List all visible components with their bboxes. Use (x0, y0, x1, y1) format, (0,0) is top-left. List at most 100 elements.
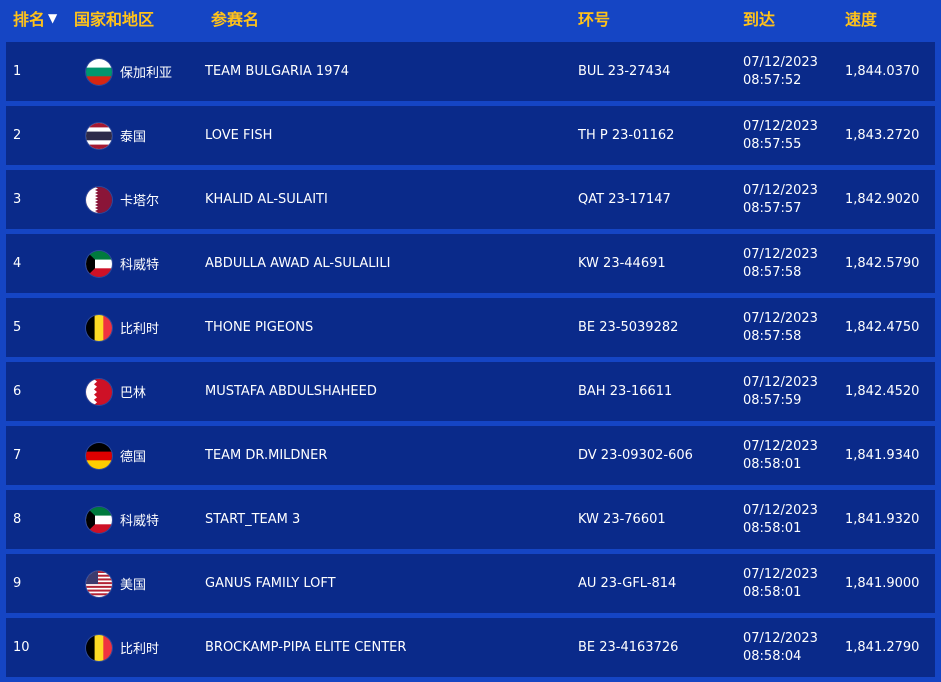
germany-flag-icon (86, 442, 112, 469)
table-row[interactable]: 9 美国 GANUS FAMILY LOFT AU 23-GFL-814 07/… (6, 554, 935, 613)
table-row[interactable]: 3 卡塔尔 KHALID AL-SULAITI QAT 23-17147 07/… (6, 170, 935, 229)
table-row[interactable]: 2 泰国 LOVE FISH TH P 23-01162 07/12/2023 … (6, 106, 935, 165)
ring-number: DV 23-09302-606 (578, 448, 693, 463)
entrant-name: ABDULLA AWAD AL-SULALILI (205, 256, 391, 271)
ring-number: AU 23-GFL-814 (578, 576, 677, 591)
rank-cell: 10 (13, 640, 30, 655)
table-header: 排名 ▼ 国家和地区 参赛名 环号 到达 速度 (0, 0, 941, 36)
table-row[interactable]: 1 保加利亚 TEAM BULGARIA 1974 BUL 23-27434 0… (6, 42, 935, 101)
header-rank-label: 排名 (13, 10, 46, 29)
qatar-flag-icon (86, 186, 112, 213)
ring-number: QAT 23-17147 (578, 192, 671, 207)
arrival-date: 07/12/2023 (743, 54, 818, 70)
arrival-cell: 07/12/2023 08:57:59 (743, 374, 845, 410)
rank-cell: 3 (13, 192, 22, 207)
country-name: 泰国 (120, 130, 147, 145)
rank-cell: 7 (13, 448, 22, 463)
ring-number: TH P 23-01162 (578, 128, 675, 143)
country-cell: 德国 (74, 442, 199, 469)
header-speed: 速度 (845, 10, 878, 29)
rank-cell: 6 (13, 384, 22, 399)
arrival-time: 08:58:01 (743, 520, 802, 536)
ring-number: BUL 23-27434 (578, 64, 671, 79)
belgium-flag-icon (86, 314, 112, 341)
speed-cell: 1,843.2720 (845, 128, 920, 143)
country-cell: 比利时 (74, 314, 199, 341)
entrant-name: MUSTAFA ABDULSHAHEED (205, 384, 377, 399)
country-cell: 科威特 (74, 250, 199, 277)
arrival-date: 07/12/2023 (743, 438, 818, 454)
header-country: 国家和地区 (74, 10, 155, 29)
speed-cell: 1,842.9020 (845, 192, 920, 207)
table-row[interactable]: 7 德国 TEAM DR.MILDNER DV 23-09302-606 07/… (6, 426, 935, 485)
speed-cell: 1,842.4750 (845, 320, 920, 335)
header-rank[interactable]: 排名 ▼ (0, 6, 74, 30)
arrival-date: 07/12/2023 (743, 310, 818, 326)
arrival-time: 08:58:01 (743, 456, 802, 472)
arrival-date: 07/12/2023 (743, 630, 818, 646)
speed-cell: 1,841.2790 (845, 640, 920, 655)
rank-cell: 2 (13, 128, 22, 143)
country-name: 保加利亚 (120, 66, 173, 81)
sort-down-icon[interactable]: ▼ (48, 12, 57, 24)
ring-number: KW 23-44691 (578, 256, 666, 271)
table-body: 1 保加利亚 TEAM BULGARIA 1974 BUL 23-27434 0… (6, 42, 935, 682)
arrival-date: 07/12/2023 (743, 246, 818, 262)
country-name: 比利时 (120, 322, 160, 337)
country-cell: 泰国 (74, 122, 199, 149)
arrival-cell: 07/12/2023 08:58:01 (743, 502, 845, 538)
header-ring: 环号 (578, 10, 611, 29)
rank-cell: 5 (13, 320, 22, 335)
speed-cell: 1,841.9320 (845, 512, 920, 527)
results-table: 排名 ▼ 国家和地区 参赛名 环号 到达 速度 1 保加利亚 TEAM BULG… (0, 0, 941, 682)
table-row[interactable]: 8 科威特 START_TEAM 3 KW 23-76601 07/12/202… (6, 490, 935, 549)
rank-cell: 1 (13, 64, 22, 79)
entrant-name: TEAM DR.MILDNER (205, 448, 328, 463)
speed-cell: 1,841.9340 (845, 448, 920, 463)
speed-cell: 1,842.5790 (845, 256, 920, 271)
arrival-time: 08:57:58 (743, 264, 802, 280)
header-name: 参赛名 (211, 10, 260, 29)
belgium-flag-icon (86, 634, 112, 661)
table-row[interactable]: 5 比利时 THONE PIGEONS BE 23-5039282 07/12/… (6, 298, 935, 357)
arrival-cell: 07/12/2023 08:57:55 (743, 118, 845, 154)
entrant-name: START_TEAM 3 (205, 512, 301, 527)
rank-cell: 8 (13, 512, 22, 527)
table-row[interactable]: 4 科威特 ABDULLA AWAD AL-SULALILI KW 23-446… (6, 234, 935, 293)
arrival-cell: 07/12/2023 08:58:01 (743, 438, 845, 474)
country-cell: 比利时 (74, 634, 199, 661)
bahrain-flag-icon (86, 378, 112, 405)
country-name: 德国 (120, 450, 147, 465)
speed-cell: 1,842.4520 (845, 384, 920, 399)
ring-number: KW 23-76601 (578, 512, 666, 527)
rank-cell: 4 (13, 256, 22, 271)
arrival-time: 08:57:57 (743, 200, 802, 216)
entrant-name: GANUS FAMILY LOFT (205, 576, 336, 591)
ring-number: BE 23-4163726 (578, 640, 679, 655)
arrival-date: 07/12/2023 (743, 374, 818, 390)
country-cell: 科威特 (74, 506, 199, 533)
country-cell: 卡塔尔 (74, 186, 199, 213)
header-arrival: 到达 (743, 10, 776, 29)
country-name: 科威特 (120, 258, 160, 273)
table-row[interactable]: 10 比利时 BROCKAMP-PIPA ELITE CENTER BE 23-… (6, 618, 935, 677)
country-name: 比利时 (120, 642, 160, 657)
kuwait-flag-icon (86, 506, 112, 533)
arrival-cell: 07/12/2023 08:57:57 (743, 182, 845, 218)
arrival-time: 08:57:58 (743, 328, 802, 344)
table-row[interactable]: 6 巴林 MUSTAFA ABDULSHAHEED BAH 23-16611 0… (6, 362, 935, 421)
arrival-cell: 07/12/2023 08:57:58 (743, 246, 845, 282)
entrant-name: BROCKAMP-PIPA ELITE CENTER (205, 640, 407, 655)
bulgaria-flag-icon (86, 58, 112, 85)
usa-flag-icon (86, 570, 112, 597)
country-name: 巴林 (120, 386, 147, 401)
arrival-date: 07/12/2023 (743, 182, 818, 198)
country-cell: 美国 (74, 570, 199, 597)
arrival-cell: 07/12/2023 08:58:01 (743, 566, 845, 602)
arrival-date: 07/12/2023 (743, 566, 818, 582)
ring-number: BE 23-5039282 (578, 320, 679, 335)
entrant-name: THONE PIGEONS (205, 320, 314, 335)
arrival-time: 08:58:01 (743, 584, 802, 600)
speed-cell: 1,841.9000 (845, 576, 920, 591)
arrival-time: 08:57:52 (743, 72, 802, 88)
